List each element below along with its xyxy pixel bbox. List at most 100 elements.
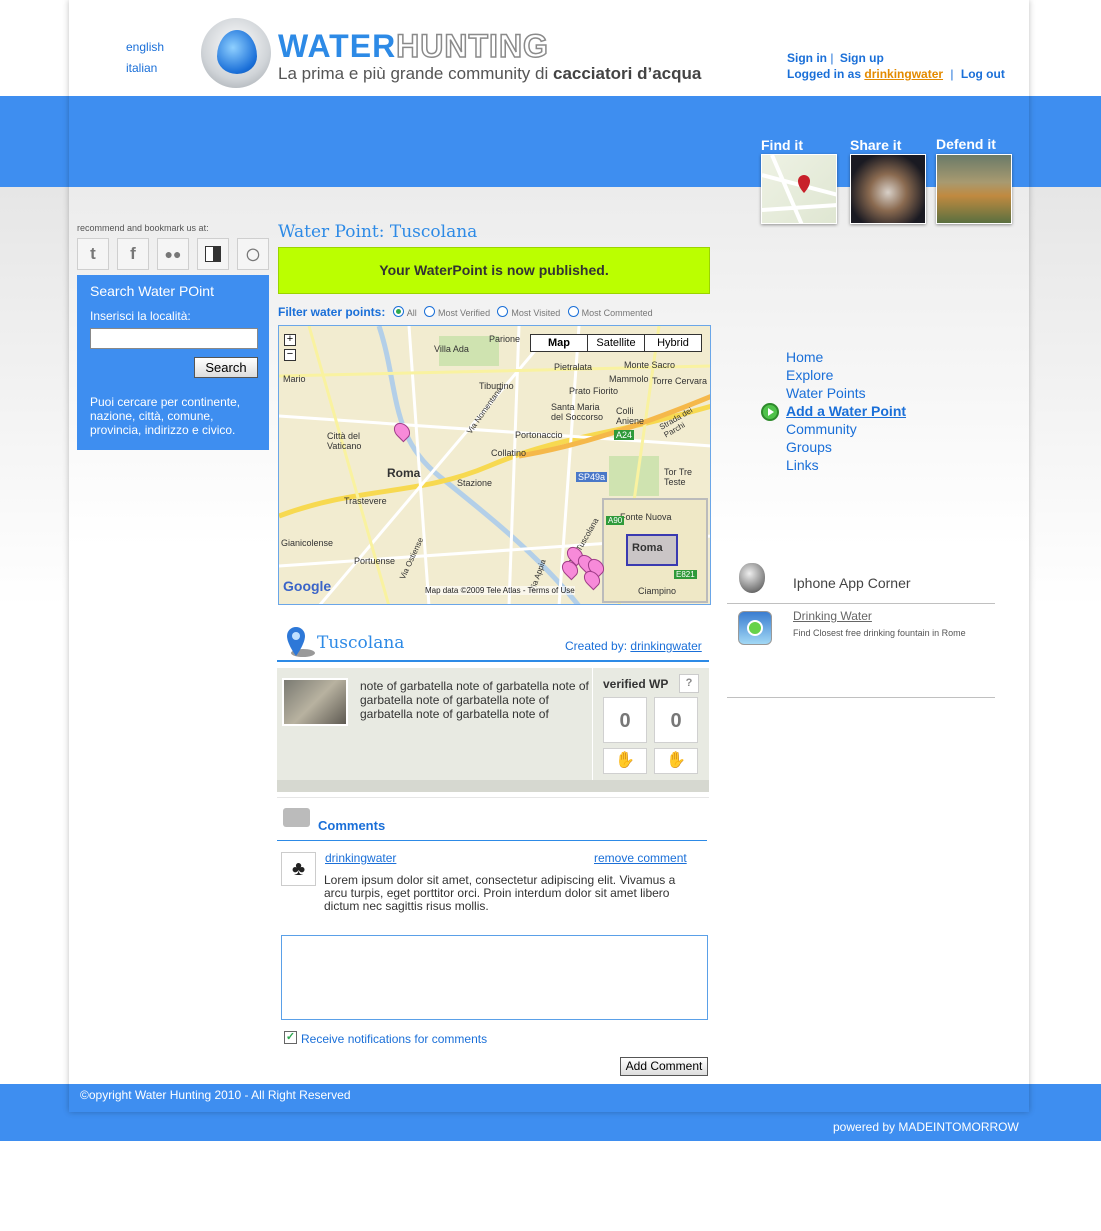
find-it-map-image[interactable]: [761, 154, 837, 224]
twitter-icon[interactable]: t: [77, 238, 109, 270]
username-link[interactable]: drinkingwater: [864, 67, 943, 81]
powered-by-link[interactable]: powered by MADEINTOMORROW: [833, 1120, 1019, 1134]
comment-textarea[interactable]: [281, 935, 708, 1020]
divider: [277, 840, 707, 841]
tagline: La prima e più grande community di cacci…: [278, 64, 701, 84]
map-type-satellite-button[interactable]: Satellite: [587, 334, 645, 352]
language-italian-link[interactable]: italian: [126, 61, 157, 75]
filter-most-commented-label: Most Commented: [581, 308, 653, 318]
water-points-map[interactable]: + − Map Satellite Hybrid Villa Ada Pario…: [278, 325, 711, 605]
auth-separator-2: |: [950, 67, 954, 81]
sign-in-link[interactable]: Sign in: [787, 51, 827, 65]
thumbs-up-icon: ✋: [615, 752, 635, 769]
page-container: english italian WATERHUNTING La prima e …: [69, 0, 1029, 1112]
search-panel-title: Search Water POint: [90, 283, 214, 299]
nav-explore[interactable]: Explore: [786, 367, 833, 383]
nav-add-water-point[interactable]: Add a Water Point: [786, 403, 906, 419]
map-overview-inset[interactable]: Fonte Nuova A90 Roma E821 Ciampino: [602, 498, 708, 603]
brand-part-hunting: HUNTING: [395, 27, 549, 65]
thumbs-down-button[interactable]: ✋: [654, 748, 698, 774]
filter-most-verified-label: Most Verified: [438, 308, 491, 318]
filter-most-verified-radio[interactable]: [424, 306, 436, 317]
copyright-text: ©opyright Water Hunting 2010 - All Right…: [80, 1088, 351, 1102]
filter-label: Filter water points:: [278, 305, 386, 319]
map-attribution[interactable]: Map data ©2009 Tele Atlas - Terms of Use: [425, 586, 575, 595]
myspace-icon[interactable]: ●●: [157, 238, 189, 270]
logged-in-label: Logged in as: [787, 67, 862, 81]
other-icon[interactable]: ◯: [237, 238, 269, 270]
map-label-mario: Mario: [283, 374, 306, 384]
iphone-corner-title: Iphone App Corner: [793, 575, 911, 591]
page-title: Water Point: Tuscolana: [278, 222, 478, 242]
panel-separator: [592, 668, 593, 780]
map-label-villa-ada: Villa Ada: [434, 344, 469, 354]
app-description: Find Closest free drinking fountain in R…: [793, 628, 966, 638]
divider: [277, 797, 709, 798]
active-nav-bullet-icon: [761, 403, 779, 421]
brand-name[interactable]: WATERHUNTING: [278, 27, 549, 65]
search-panel: Search Water POint Inserisci la località…: [77, 275, 269, 450]
water-point-detail-panel: note of garbatella note of garbatella no…: [277, 668, 709, 792]
apple-icon: [739, 563, 765, 593]
remove-comment-link[interactable]: remove comment: [594, 851, 687, 865]
comments-title: Comments: [318, 818, 386, 833]
delicious-icon[interactable]: [197, 238, 229, 270]
overview-label-e821: E821: [674, 570, 697, 579]
help-icon[interactable]: ?: [679, 674, 699, 693]
app-name-link[interactable]: Drinking Water: [793, 609, 872, 623]
map-label-colli-aniene: Colli Aniene: [616, 406, 645, 426]
created-by: Created by: drinkingwater: [565, 639, 702, 653]
thumbs-up-button[interactable]: ✋: [603, 748, 647, 774]
drinking-water-app-icon[interactable]: [738, 611, 772, 645]
share-it-image[interactable]: [850, 154, 926, 224]
search-location-input[interactable]: [90, 328, 258, 349]
facebook-icon[interactable]: f: [117, 238, 149, 270]
map-label-tor-tre-teste: Tor Tre Teste: [664, 467, 693, 487]
filter-most-commented-radio[interactable]: [567, 306, 579, 317]
nav-links[interactable]: Links: [786, 457, 819, 473]
filter-bar: Filter water points: All Most Verified M…: [278, 305, 653, 319]
nav-community[interactable]: Community: [786, 421, 857, 437]
defend-it-label: Defend it: [936, 136, 996, 152]
defend-it-image[interactable]: [936, 154, 1012, 224]
sign-up-link[interactable]: Sign up: [840, 51, 884, 65]
creator-link[interactable]: drinkingwater: [630, 639, 701, 653]
app-icon-drop: [747, 620, 763, 636]
globe-drop-icon: [217, 30, 257, 74]
add-comment-button[interactable]: Add Comment: [620, 1057, 708, 1076]
map-label-santa-maria: Santa Maria del Soccorso: [551, 402, 604, 422]
avatar[interactable]: ♣: [281, 852, 316, 886]
zoom-out-button[interactable]: −: [284, 349, 296, 361]
map-label-citta-del-vaticano: Città del Vaticano: [327, 431, 362, 451]
verified-label: verified WP: [603, 677, 669, 691]
overview-label-ciampino: Ciampino: [638, 586, 677, 596]
zoom-in-button[interactable]: +: [284, 334, 296, 346]
search-button[interactable]: Search: [194, 357, 258, 378]
map-label-portonaccio: Portonaccio: [515, 430, 563, 440]
map-label-sp49a: SP49a: [576, 472, 608, 482]
map-type-hybrid-button[interactable]: Hybrid: [644, 334, 702, 352]
google-logo[interactable]: Google: [283, 578, 331, 594]
nav-home[interactable]: Home: [786, 349, 823, 365]
auth-row-2: Logged in as drinkingwater | Log out: [787, 67, 1005, 81]
delicious-icon-shape: [205, 246, 221, 262]
brand-part-water: WATER: [278, 28, 397, 64]
nav-groups[interactable]: Groups: [786, 439, 832, 455]
notify-checkbox[interactable]: ✓: [284, 1031, 297, 1044]
filter-all-radio[interactable]: [392, 306, 404, 317]
share-it-label: Share it: [850, 137, 902, 153]
water-point-note: note of garbatella note of garbatella no…: [360, 679, 589, 721]
nav-water-points[interactable]: Water Points: [786, 385, 866, 401]
map-label-trastevere: Trastevere: [344, 496, 387, 506]
map-type-map-button[interactable]: Map: [530, 334, 588, 352]
language-english-link[interactable]: english: [126, 40, 164, 54]
comment-author-link[interactable]: drinkingwater: [325, 851, 396, 865]
log-out-link[interactable]: Log out: [961, 67, 1005, 81]
map-label-collatino: Collatino: [491, 448, 527, 458]
map-label-gianicolense: Gianicolense: [281, 538, 334, 548]
filter-most-visited-radio[interactable]: [497, 306, 509, 317]
created-by-label: Created by:: [565, 639, 628, 653]
water-point-photo[interactable]: [282, 678, 348, 726]
map-label-mammolo: Mammolo: [609, 374, 649, 384]
thumbs-down-icon: ✋: [666, 752, 686, 769]
